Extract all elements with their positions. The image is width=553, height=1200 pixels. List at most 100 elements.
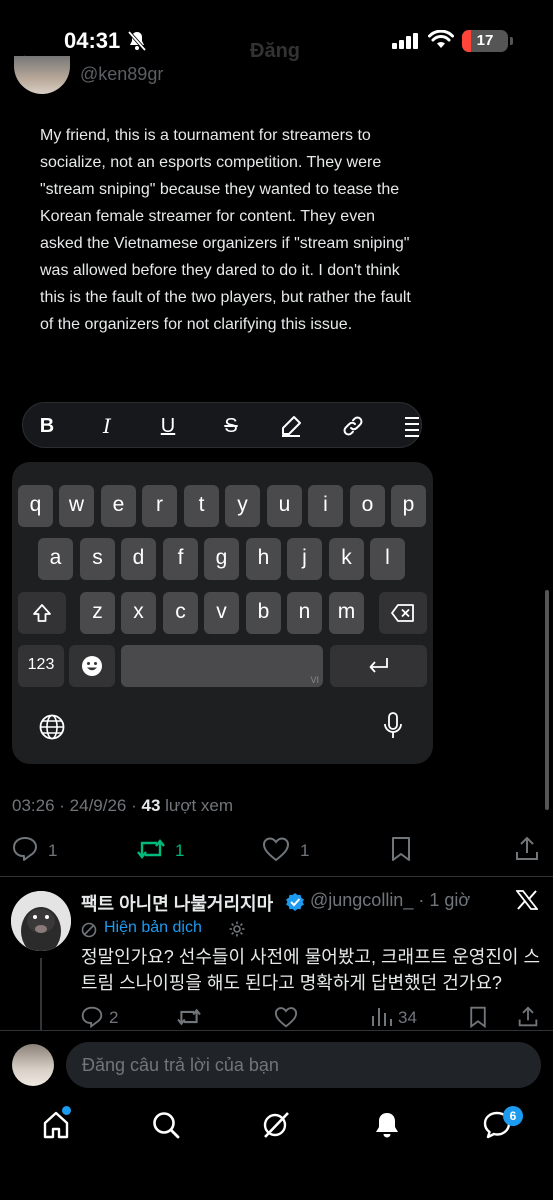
repost-icon[interactable] <box>136 836 166 862</box>
strikethrough-button[interactable]: S <box>211 403 251 449</box>
x-logo-icon <box>516 890 538 910</box>
like-icon[interactable] <box>262 836 290 862</box>
reply-actions: 2 34 <box>0 1004 553 1032</box>
original-author-handle: @ken89gr <box>80 64 164 84</box>
notifications-bell-icon[interactable] <box>372 1110 402 1140</box>
emoji-icon <box>82 656 102 676</box>
highlight-pen-icon[interactable] <box>279 414 303 438</box>
key-f[interactable]: f <box>163 538 198 580</box>
post-meta: 03:26 · 24/9/26 · 43 lượt xem <box>12 796 234 815</box>
compose-bar: Đăng câu trả lời của bạn <box>0 1030 553 1100</box>
grok-icon[interactable] <box>261 1110 291 1140</box>
format-toolbar: B I U S <box>22 402 422 448</box>
gear-icon[interactable] <box>228 920 246 938</box>
header-title: Đăng <box>250 40 300 62</box>
wifi-icon <box>428 30 454 48</box>
reply-handle: @jungcollin_ · 1 giờ <box>310 890 470 911</box>
emoji-key[interactable] <box>69 645 115 687</box>
bookmark-icon[interactable] <box>468 1006 488 1028</box>
underline-button[interactable]: U <box>148 403 188 449</box>
battery-indicator: 17 <box>462 30 508 52</box>
key-l[interactable]: l <box>370 538 405 580</box>
reply-icon[interactable] <box>12 836 38 862</box>
link-icon[interactable] <box>341 414 365 438</box>
numbers-key[interactable]: 123 <box>18 645 64 687</box>
list-icon[interactable] <box>401 414 421 438</box>
reply-handle-text: @jungcollin_ <box>310 890 414 910</box>
view-count: 43 <box>141 796 161 815</box>
key-h[interactable]: h <box>246 538 281 580</box>
reply-draft-text[interactable]: My friend, this is a tournament for stre… <box>40 122 420 338</box>
home-notification-dot <box>62 1106 71 1115</box>
signal-icon <box>392 33 418 49</box>
avatar[interactable] <box>14 56 70 94</box>
space-language-label: VI <box>310 675 319 685</box>
search-icon[interactable] <box>151 1110 181 1140</box>
shift-key[interactable] <box>18 592 66 634</box>
backspace-key[interactable] <box>379 592 427 634</box>
return-key[interactable] <box>330 645 427 687</box>
my-avatar[interactable] <box>12 1044 54 1086</box>
key-z[interactable]: z <box>80 592 115 634</box>
key-u[interactable]: u <box>267 485 302 527</box>
key-v[interactable]: v <box>204 592 239 634</box>
reply-time: · 1 giờ <box>418 890 471 910</box>
keyboard: q w e r t y u i o p a s d f g h j k l z … <box>12 462 433 764</box>
like-count: 1 <box>300 841 310 860</box>
key-t[interactable]: t <box>184 485 219 527</box>
key-c[interactable]: c <box>163 592 198 634</box>
bold-button[interactable]: B <box>27 403 67 449</box>
divider <box>0 876 553 877</box>
key-x[interactable]: x <box>121 592 156 634</box>
key-y[interactable]: y <box>225 485 260 527</box>
key-j[interactable]: j <box>287 538 322 580</box>
post-date: 24/9/26 <box>69 796 127 815</box>
repost-count: 1 <box>175 841 185 860</box>
key-d[interactable]: d <box>121 538 156 580</box>
verified-badge-icon <box>286 893 304 911</box>
reply-reply-count: 2 <box>109 1008 119 1027</box>
key-o[interactable]: o <box>350 485 385 527</box>
key-r[interactable]: r <box>142 485 177 527</box>
share-icon[interactable] <box>518 1006 538 1028</box>
bell-off-icon <box>127 30 147 52</box>
reply-icon[interactable] <box>81 1006 103 1028</box>
key-s[interactable]: s <box>80 538 115 580</box>
globe-icon[interactable] <box>39 714 65 740</box>
key-q[interactable]: q <box>18 485 53 527</box>
post-actions: 1 1 1 <box>0 832 553 868</box>
bottom-nav: 6 <box>0 1100 553 1200</box>
reply-input[interactable]: Đăng câu trả lời của bạn <box>66 1042 541 1088</box>
repost-icon[interactable] <box>176 1006 202 1028</box>
reply-body: 정말인가요? 선수들이 사전에 물어봤고, 크래프트 운영진이 스트림 스나이핑… <box>81 947 541 993</box>
bookmark-icon[interactable] <box>390 836 412 862</box>
key-p[interactable]: p <box>391 485 426 527</box>
show-translation-link[interactable]: Hiện bản dịch <box>104 919 202 937</box>
key-m[interactable]: m <box>329 592 364 634</box>
key-i[interactable]: i <box>308 485 343 527</box>
shift-icon <box>33 604 51 622</box>
space-key[interactable]: VI <box>121 645 323 687</box>
key-k[interactable]: k <box>329 538 364 580</box>
post-time: 03:26 <box>12 796 55 815</box>
key-e[interactable]: e <box>101 485 136 527</box>
key-b[interactable]: b <box>246 592 281 634</box>
key-g[interactable]: g <box>204 538 239 580</box>
reply-avatar[interactable] <box>11 891 71 951</box>
italic-button[interactable]: I <box>87 403 127 449</box>
share-icon[interactable] <box>515 836 539 862</box>
status-time: 04:31 <box>64 28 121 53</box>
reply-view-count: 34 <box>398 1008 417 1027</box>
key-n[interactable]: n <box>287 592 322 634</box>
key-a[interactable]: a <box>38 538 73 580</box>
scrollbar[interactable] <box>545 590 549 810</box>
return-icon <box>369 658 388 673</box>
analytics-icon[interactable] <box>371 1007 393 1027</box>
like-icon[interactable] <box>274 1006 298 1028</box>
reply-count: 1 <box>48 841 58 860</box>
status-bar: ← Đăng 04:31 17 @ken89gr <box>0 0 553 94</box>
reply-author-name[interactable]: 팩트 아니면 나불거리지마 <box>81 890 273 916</box>
backspace-icon <box>391 604 414 622</box>
key-w[interactable]: w <box>59 485 94 527</box>
microphone-icon[interactable] <box>383 712 403 740</box>
